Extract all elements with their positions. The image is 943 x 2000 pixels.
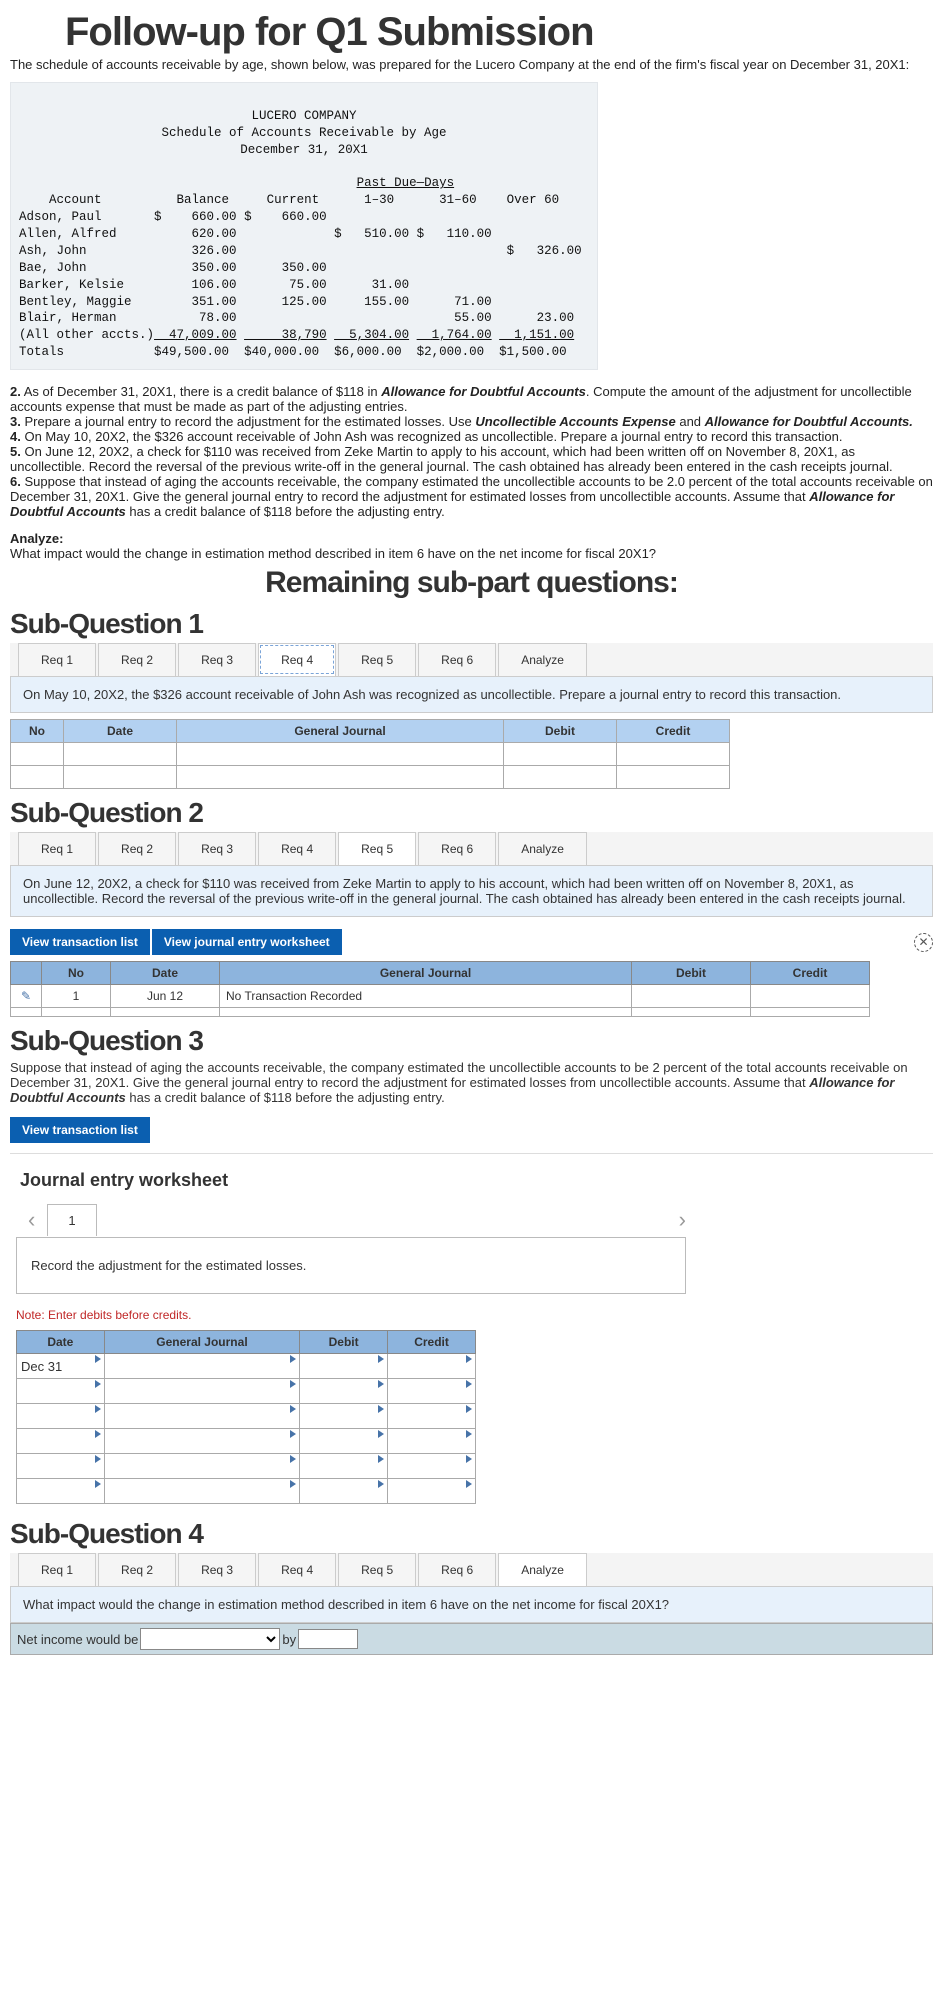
edit-row-icon[interactable]: ✎ — [11, 985, 42, 1008]
page-title: Follow-up for Q1 Submission — [65, 10, 933, 55]
tab-req5[interactable]: Req 5 — [338, 1553, 416, 1586]
note-text: Note: Enter debits before credits. — [16, 1308, 927, 1322]
tab-req3[interactable]: Req 3 — [178, 643, 256, 676]
tab-req5[interactable]: Req 5 — [338, 643, 416, 676]
remaining-title: Remaining sub-part questions: — [10, 566, 933, 600]
sq4-tabs: Req 1 Req 2 Req 3 Req 4 Req 5 Req 6 Anal… — [10, 1553, 933, 1587]
tab-req3[interactable]: Req 3 — [178, 832, 256, 865]
sq1-desc: On May 10, 20X2, the $326 account receiv… — [10, 677, 933, 713]
cell-gj: No Transaction Recorded — [220, 985, 632, 1008]
intro-text: The schedule of accounts receivable by a… — [10, 57, 933, 72]
tab-analyze[interactable]: Analyze — [498, 643, 587, 676]
chevron-right-icon[interactable]: › — [667, 1203, 698, 1237]
cell-date[interactable]: Dec 31 — [17, 1354, 105, 1379]
tab-req4[interactable]: Req 4 — [258, 1553, 336, 1586]
cell-no: 1 — [42, 985, 111, 1008]
tab-req2[interactable]: Req 2 — [98, 832, 176, 865]
answer-line: Net income would be by — [10, 1623, 933, 1655]
tab-req4[interactable]: Req 4 — [258, 832, 336, 865]
tab-req5[interactable]: Req 5 — [338, 832, 416, 865]
tab-req2[interactable]: Req 2 — [98, 1553, 176, 1586]
net-income-label: Net income would be — [17, 1632, 138, 1647]
tab-req1[interactable]: Req 1 — [18, 643, 96, 676]
net-income-select[interactable] — [140, 1628, 280, 1650]
numbered-instructions: 2. As of December 31, 20X1, there is a c… — [10, 384, 933, 519]
amount-input[interactable] — [298, 1629, 358, 1649]
cell-credit[interactable] — [617, 743, 730, 766]
tab-req6[interactable]: Req 6 — [418, 832, 496, 865]
cell-date[interactable] — [64, 743, 177, 766]
cell-debit[interactable] — [632, 985, 751, 1008]
worksheet-title: Journal entry worksheet — [20, 1170, 927, 1191]
tab-req1[interactable]: Req 1 — [18, 832, 96, 865]
sq3-desc: Suppose that instead of aging the accoun… — [10, 1060, 933, 1105]
sq2-desc: On June 12, 20X2, a check for $110 was r… — [10, 866, 933, 917]
ledger-table: LUCERO COMPANYSchedule of Accounts Recei… — [10, 82, 598, 370]
page-number[interactable]: 1 — [47, 1204, 96, 1236]
view-transaction-list-button[interactable]: View transaction list — [10, 929, 150, 955]
cell-gj[interactable] — [177, 743, 504, 766]
cell-credit[interactable] — [751, 985, 870, 1008]
analyze-block: Analyze: What impact would the change in… — [10, 531, 933, 561]
by-label: by — [282, 1632, 296, 1647]
record-instruction: Record the adjustment for the estimated … — [16, 1237, 686, 1294]
close-icon[interactable]: ✕ — [914, 933, 933, 952]
sq1-tabs: Req 1 Req 2 Req 3 Req 4 Req 5 Req 6 Anal… — [10, 643, 933, 677]
sub-question-4-title: Sub-Question 4 — [10, 1518, 933, 1550]
cell-debit[interactable] — [504, 743, 617, 766]
sub-question-2-title: Sub-Question 2 — [10, 797, 933, 829]
view-journal-worksheet-button[interactable]: View journal entry worksheet — [152, 929, 342, 955]
tab-analyze[interactable]: Analyze — [498, 1553, 587, 1586]
tab-analyze[interactable]: Analyze — [498, 832, 587, 865]
cell-date: Jun 12 — [111, 985, 220, 1008]
sub-question-1-title: Sub-Question 1 — [10, 608, 933, 640]
sq3-journal-table: Date General Journal Debit Credit Dec 31 — [16, 1330, 476, 1504]
chevron-left-icon[interactable]: ‹ — [16, 1203, 47, 1237]
sq2-journal-table: No Date General Journal Debit Credit ✎ 1… — [10, 961, 870, 1017]
sq1-journal-table: No Date General Journal Debit Credit — [10, 719, 730, 789]
sub-question-3-title: Sub-Question 3 — [10, 1025, 933, 1057]
sq2-tabs: Req 1 Req 2 Req 3 Req 4 Req 5 Req 6 Anal… — [10, 832, 933, 866]
tab-req3[interactable]: Req 3 — [178, 1553, 256, 1586]
tab-req6[interactable]: Req 6 — [418, 1553, 496, 1586]
tab-req6[interactable]: Req 6 — [418, 643, 496, 676]
tab-req4[interactable]: Req 4 — [258, 643, 336, 676]
tab-req1[interactable]: Req 1 — [18, 1553, 96, 1586]
sq4-desc: What impact would the change in estimati… — [10, 1587, 933, 1623]
cell-no[interactable] — [11, 743, 64, 766]
tab-req2[interactable]: Req 2 — [98, 643, 176, 676]
view-transaction-list-button[interactable]: View transaction list — [10, 1117, 150, 1143]
